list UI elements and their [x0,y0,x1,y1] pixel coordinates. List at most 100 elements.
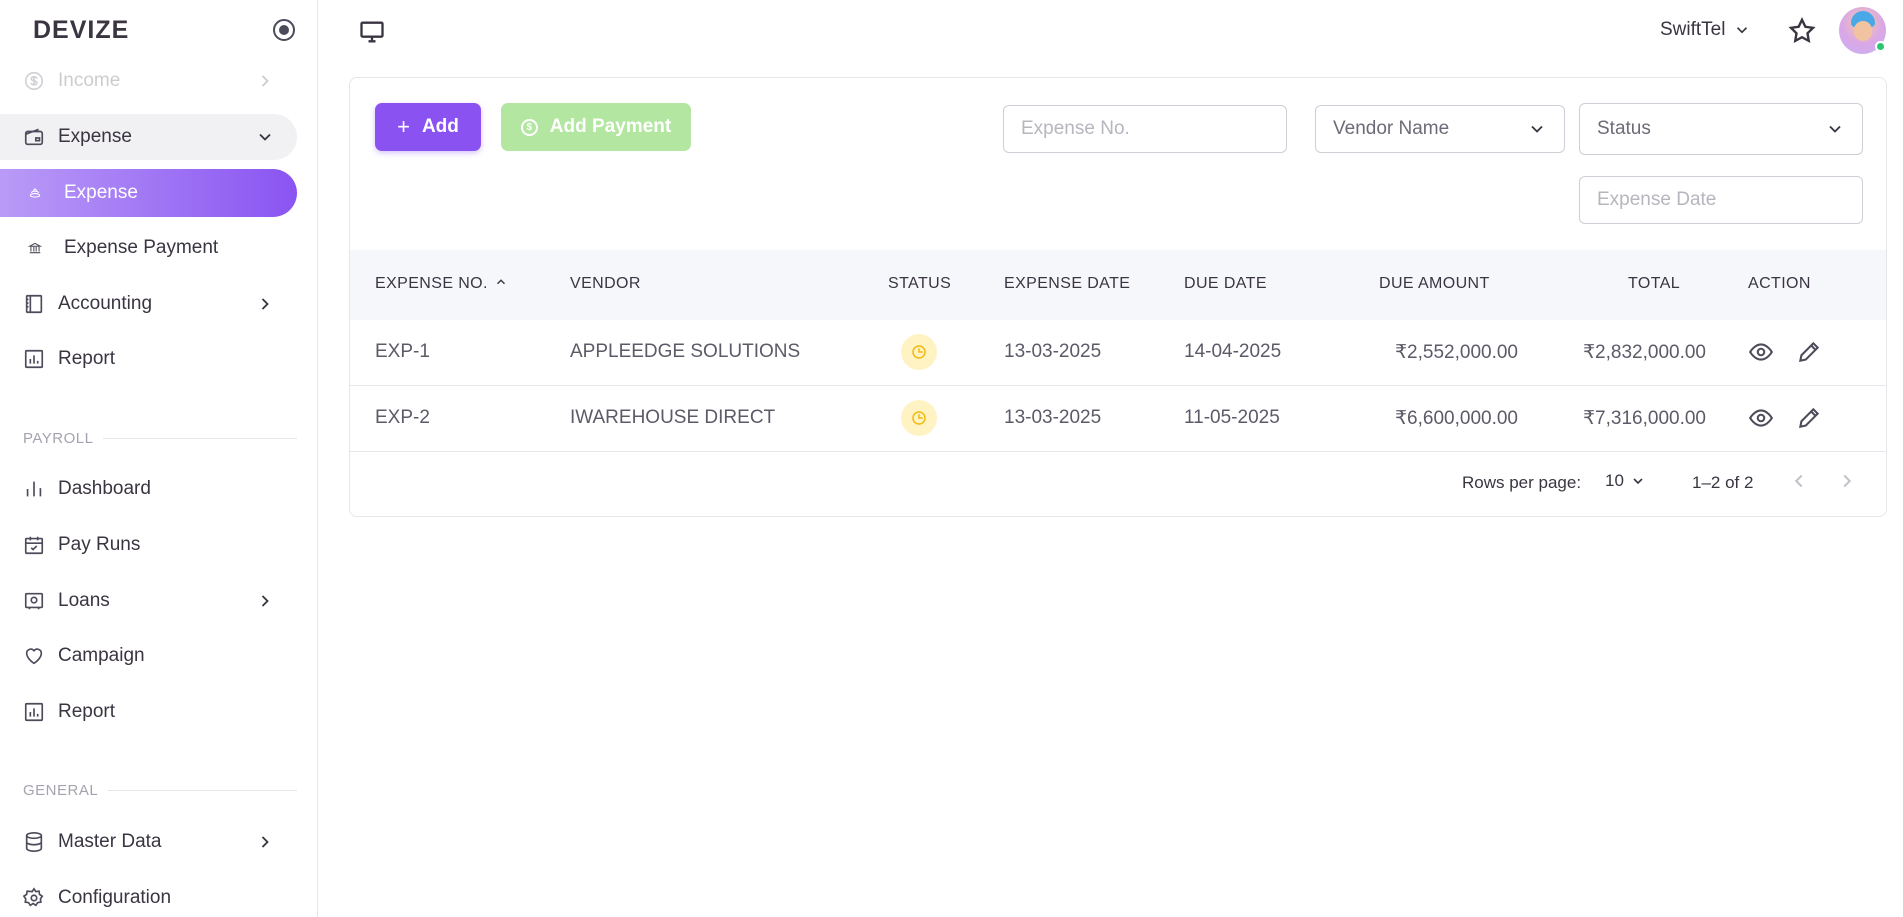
rows-per-page-select[interactable]: 10 [1605,471,1646,491]
cell-expense-date: 13-03-2025 [1004,341,1102,362]
coin-icon: $ [520,118,538,136]
expense-no-filter[interactable] [1003,105,1287,153]
section-label: GENERAL [23,781,99,799]
chevron-down-icon [1633,478,1643,485]
header-label: EXPENSE NO. [375,275,488,292]
sidebar-item-label: Report [58,348,116,369]
header-expense-no[interactable]: EXPENSE NO. [375,275,508,293]
expense-no-input[interactable] [1021,118,1269,140]
sidebar-item-accounting[interactable]: Accounting [0,281,297,327]
prev-page-icon[interactable] [1788,470,1812,494]
table-row[interactable]: EXP-1 APPLEEDGE SOLUTIONS 13-03-2025 14-… [350,320,1886,386]
status-pending-icon [901,334,937,370]
pagination: Rows per page: 10 1–2 of 2 [350,470,1886,496]
rows-per-page-value: 10 [1605,471,1624,490]
chevron-right-icon [255,832,275,852]
add-button[interactable]: + Add [375,103,481,151]
monitor-icon[interactable] [358,18,386,46]
brand-logo: DEVIZE [33,16,130,44]
edit-pencil-icon[interactable] [1796,405,1822,431]
sidebar-item-label: Loans [58,590,110,611]
status-select-value: Status [1597,118,1651,139]
header-expense-date[interactable]: EXPENSE DATE [1004,275,1130,293]
status-select[interactable]: Status [1579,103,1863,155]
chevron-down-icon [1829,125,1841,133]
expense-date-filter[interactable] [1579,176,1863,224]
sidebar-item-master-data[interactable]: Master Data [0,819,297,865]
section-general: GENERAL [23,780,297,800]
sidebar-item-pay-runs[interactable]: Pay Runs [0,522,297,568]
sidebar-item-payroll-report[interactable]: Report [0,689,297,735]
edit-pencil-icon[interactable] [1796,339,1822,365]
chevron-down-icon [255,127,275,147]
cell-due-amount: ₹2,552,000.00 [1394,342,1518,363]
cell-due-date: 11-05-2025 [1184,407,1280,428]
next-page-icon[interactable] [1836,470,1860,494]
cell-expense-no: EXP-1 [375,341,430,362]
avatar[interactable] [1839,7,1886,54]
header-vendor[interactable]: VENDOR [570,275,641,293]
online-status-dot [1875,41,1886,52]
sidebar-item-label: Dashboard [58,478,151,499]
sidebar-item-label: Expense [58,126,132,147]
expense-date-input[interactable] [1597,189,1845,211]
sidebar-item-label: Income [58,70,121,91]
vendor-select[interactable]: Vendor Name [1315,105,1565,153]
chevron-down-icon [1737,27,1748,34]
header-status[interactable]: STATUS [888,275,951,293]
sidebar-item-label: Master Data [58,831,162,852]
add-payment-label: Add Payment [549,116,672,137]
cell-expense-date: 13-03-2025 [1004,407,1102,428]
database-icon [22,830,46,854]
report-chart-icon [22,700,46,724]
cell-due-amount: ₹6,600,000.00 [1394,408,1518,429]
sidebar-item-campaign[interactable]: Campaign [0,633,297,679]
calendar-check-icon [22,533,46,557]
company-switcher[interactable]: SwiftTel [1660,19,1751,41]
view-eye-icon[interactable] [1748,405,1774,431]
cell-total: ₹7,316,000.00 [1582,408,1706,429]
header-total[interactable]: TOTAL [1628,275,1680,293]
sidebar-item-dashboard[interactable]: Dashboard [0,466,297,512]
sidebar: DEVIZE Income Expense Expense Expense Pa… [0,0,318,917]
chevron-right-icon [255,71,275,91]
table-row[interactable]: EXP-2 IWAREHOUSE DIRECT 13-03-2025 11-05… [350,386,1886,452]
sidebar-item-expense-group[interactable]: Expense [0,114,297,160]
table-header: EXPENSE NO. VENDOR STATUS EXPENSE DATE D… [350,250,1886,320]
sidebar-item-configuration[interactable]: Configuration [0,875,297,917]
sidebar-toggle-icon[interactable] [273,19,295,41]
star-icon[interactable] [1787,16,1817,46]
cell-vendor: APPLEEDGE SOLUTIONS [570,341,801,362]
company-name: SwiftTel [1660,19,1726,40]
wallet-icon [22,125,46,149]
safe-icon [22,589,46,613]
vendor-select-value: Vendor Name [1333,118,1450,139]
sidebar-item-expense[interactable]: Expense [0,169,297,217]
sidebar-item-loans[interactable]: Loans [0,578,297,624]
sidebar-item-report[interactable]: Report [0,336,297,382]
cell-vendor: IWAREHOUSE DIRECT [570,407,776,428]
view-eye-icon[interactable] [1748,339,1774,365]
cell-due-date: 14-04-2025 [1184,341,1282,362]
cell-total: ₹2,832,000.00 [1582,342,1706,363]
chevron-right-icon [255,294,275,314]
add-payment-button[interactable]: $ Add Payment [501,103,691,151]
coins-icon [28,186,42,200]
bank-icon [28,241,42,255]
report-chart-icon [22,347,46,371]
header-due-amount[interactable]: DUE AMOUNT [1379,275,1490,293]
header-action: ACTION [1748,275,1811,292]
add-button-label: Add [421,116,459,137]
sidebar-item-income[interactable]: Income [0,58,297,104]
sidebar-item-label: Campaign [58,645,145,666]
sidebar-item-expense-payment[interactable]: Expense Payment [0,225,297,271]
sidebar-item-label: Pay Runs [58,534,141,555]
header-due-date[interactable]: DUE DATE [1184,275,1267,293]
chevron-right-icon [255,591,275,611]
section-payroll: PAYROLL [23,428,297,448]
page-range: 1–2 of 2 [1692,473,1754,492]
book-icon [22,292,46,316]
bar-chart-icon [22,477,46,501]
sidebar-item-label: Expense [64,182,138,203]
chevron-down-icon [1531,125,1543,133]
